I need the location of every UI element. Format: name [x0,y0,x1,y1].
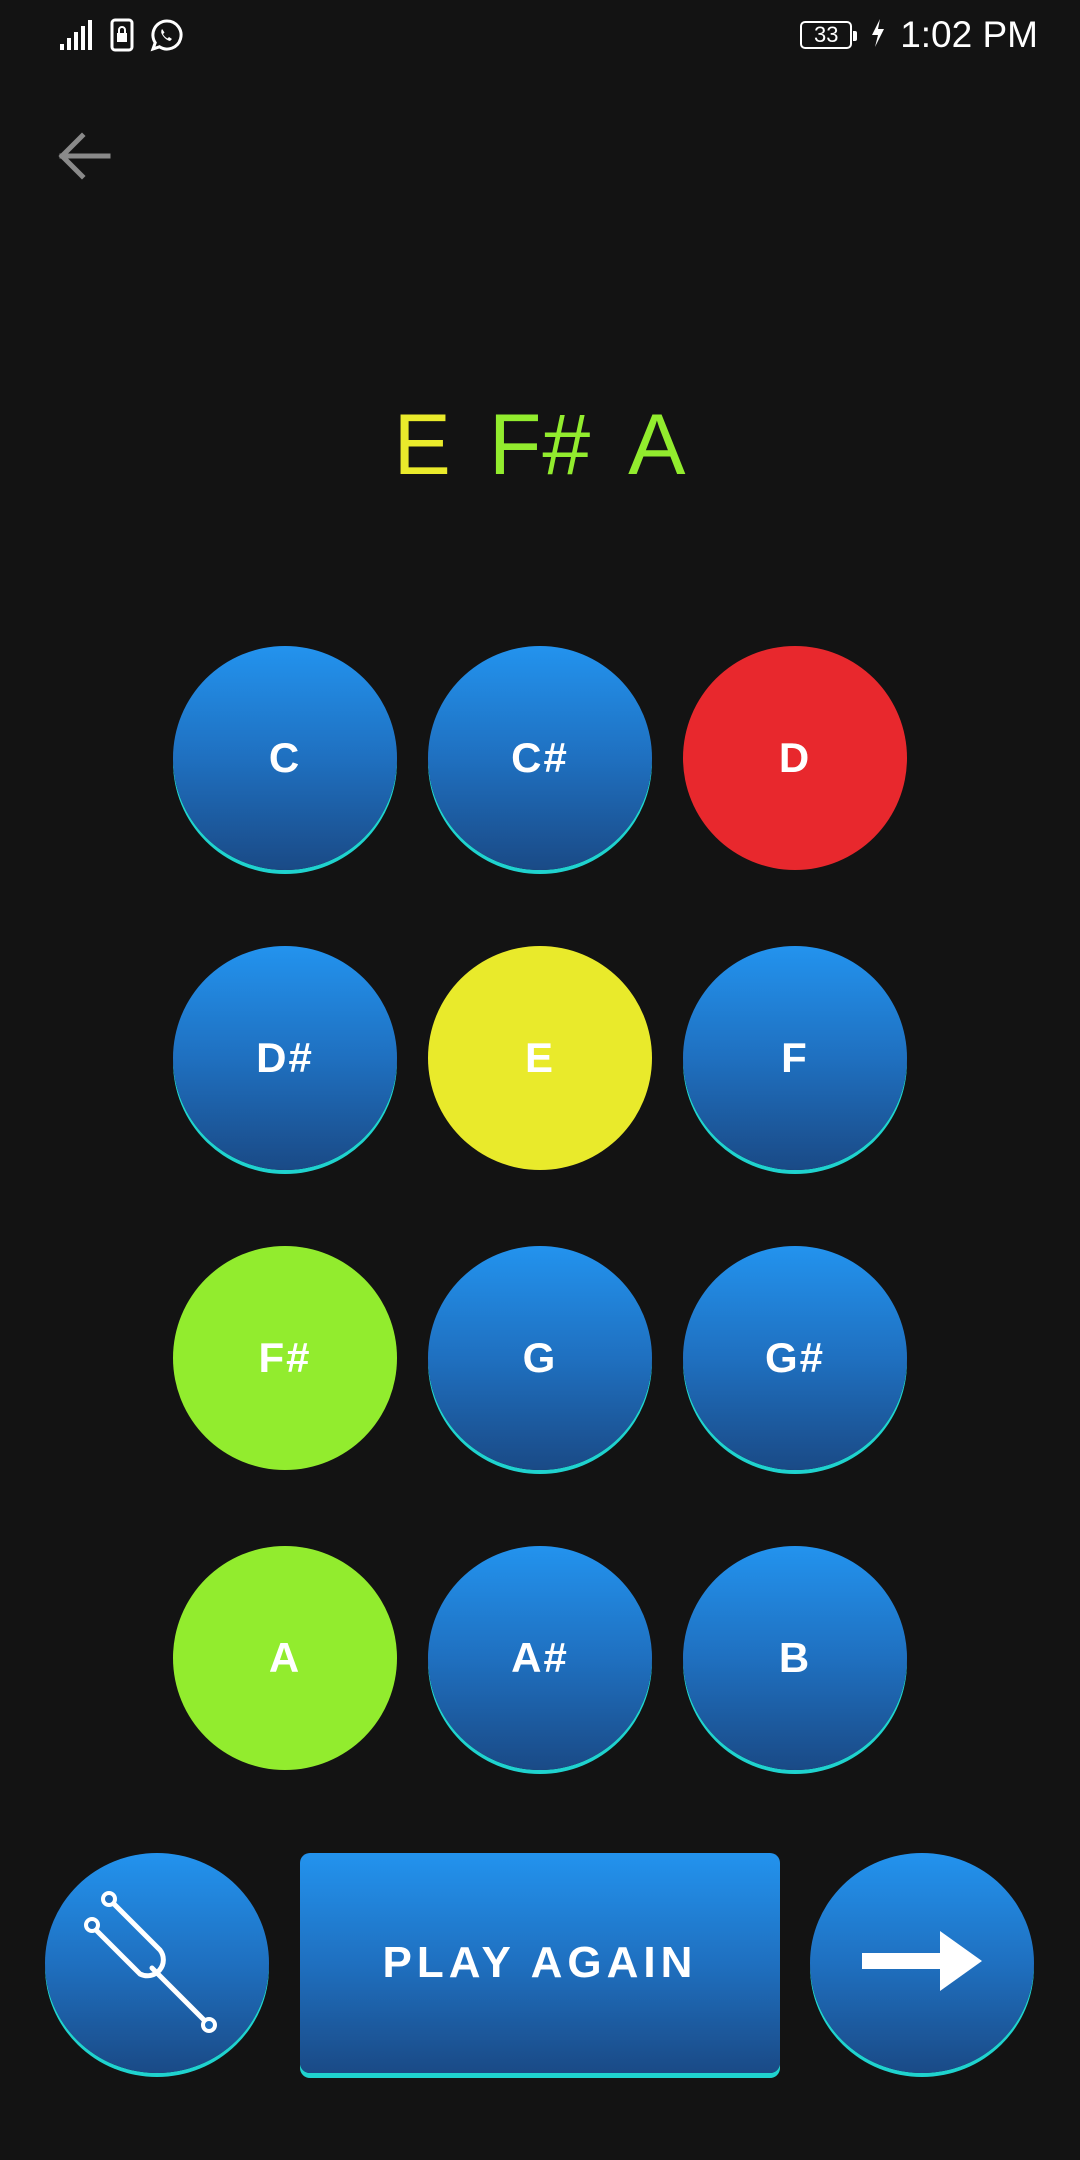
note-button-g[interactable]: G [428,1246,652,1470]
status-bar: 33 1:02 PM [0,0,1080,72]
play-again-button[interactable]: PLAY AGAIN [300,1853,780,2073]
charging-icon [870,18,886,53]
signal-icon [58,18,94,57]
whatsapp-icon [150,18,184,57]
note-button-f-sharp[interactable]: F# [173,1246,397,1470]
status-left [58,18,184,57]
status-time: 1:02 PM [900,14,1038,55]
battery-level: 33 [813,22,839,47]
answer-note-1: E [393,397,452,493]
note-button-e[interactable]: E [428,946,652,1170]
battery-icon: 33 [800,21,858,49]
note-button-c-sharp[interactable]: C# [428,646,652,870]
note-button-b[interactable]: B [683,1546,907,1770]
note-button-d[interactable]: D [683,646,907,870]
answer-note-2: F# [488,397,592,493]
note-button-a-sharp[interactable]: A# [428,1546,652,1770]
note-button-f[interactable]: F [683,946,907,1170]
tuning-fork-button[interactable] [45,1853,269,2073]
note-button-c[interactable]: C [173,646,397,870]
answer-display: E F# A [0,395,1080,495]
back-button[interactable] [52,126,116,190]
status-right: 33 1:02 PM [800,14,1038,56]
note-button-d-sharp[interactable]: D# [173,946,397,1170]
note-button-g-sharp[interactable]: G# [683,1246,907,1470]
note-button-a[interactable]: A [173,1546,397,1770]
answer-note-3: A [628,397,687,493]
arrow-right-icon [860,1929,984,1998]
sim-lock-icon [110,18,134,57]
screen: 33 1:02 PM E F# A C C# D D# E F F# G G# … [0,0,1080,2160]
next-button[interactable] [810,1853,1034,2073]
tuning-fork-icon [82,1886,232,2041]
arrow-left-icon [56,131,112,186]
